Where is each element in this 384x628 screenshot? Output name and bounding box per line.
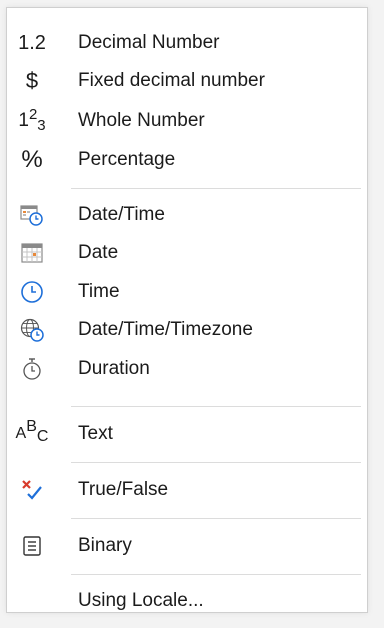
menu-item-label: Fixed decimal number: [78, 70, 265, 91]
menu-item-true-false[interactable]: True/False: [7, 471, 367, 509]
menu-item-fixed-decimal[interactable]: $ Fixed decimal number: [7, 62, 367, 100]
datetime-icon: [17, 200, 47, 230]
menu-item-label: Whole Number: [78, 110, 205, 131]
dollar-icon: $: [25, 68, 39, 93]
menu-item-decimal-number[interactable]: 1.2 Decimal Number: [7, 24, 367, 62]
menu-item-whole-number[interactable]: 123 Whole Number: [7, 102, 367, 140]
menu-item-binary[interactable]: Binary: [7, 527, 367, 565]
binary-icon: [17, 531, 47, 561]
menu-item-date[interactable]: Date: [7, 234, 367, 272]
menu-separator: [71, 518, 361, 519]
menu-item-text[interactable]: ABC Text: [7, 415, 367, 453]
menu-item-label: Duration: [78, 358, 150, 379]
stopwatch-icon: [17, 354, 47, 384]
menu-item-label: True/False: [78, 479, 169, 500]
clock-icon: [17, 277, 47, 307]
whole-number-icon: 123: [18, 106, 46, 134]
text-abc-icon: ABC: [15, 418, 49, 445]
menu-item-label: Percentage: [78, 149, 176, 170]
data-type-menu: 1.2 Decimal Number $ Fixed decimal numbe…: [6, 7, 368, 613]
menu-item-datetime[interactable]: Date/Time: [7, 196, 367, 234]
menu-item-label: Binary: [78, 535, 132, 556]
calendar-icon: [17, 238, 47, 268]
menu-item-label: Date: [78, 242, 119, 263]
menu-item-label: Using Locale...: [78, 590, 204, 611]
menu-item-label: Time: [78, 281, 120, 302]
menu-item-label: Date/Time/Timezone: [78, 319, 253, 340]
globe-clock-icon: [17, 315, 47, 345]
menu-item-percentage[interactable]: % Percentage: [7, 141, 367, 179]
menu-item-using-locale[interactable]: Using Locale...: [7, 582, 367, 620]
menu-separator: [71, 574, 361, 575]
menu-item-datetime-timezone[interactable]: Date/Time/Timezone: [7, 311, 367, 349]
menu-item-label: Decimal Number: [78, 32, 220, 53]
true-false-icon: [17, 475, 47, 505]
percent-icon: %: [21, 146, 43, 173]
menu-item-duration[interactable]: Duration: [7, 350, 367, 388]
menu-separator: [71, 462, 361, 463]
menu-item-label: Date/Time: [78, 204, 165, 225]
menu-separator: [71, 406, 361, 407]
decimal-icon: 1.2: [18, 31, 46, 54]
menu-item-time[interactable]: Time: [7, 273, 367, 311]
menu-separator: [71, 188, 361, 189]
menu-item-label: Text: [78, 423, 113, 444]
